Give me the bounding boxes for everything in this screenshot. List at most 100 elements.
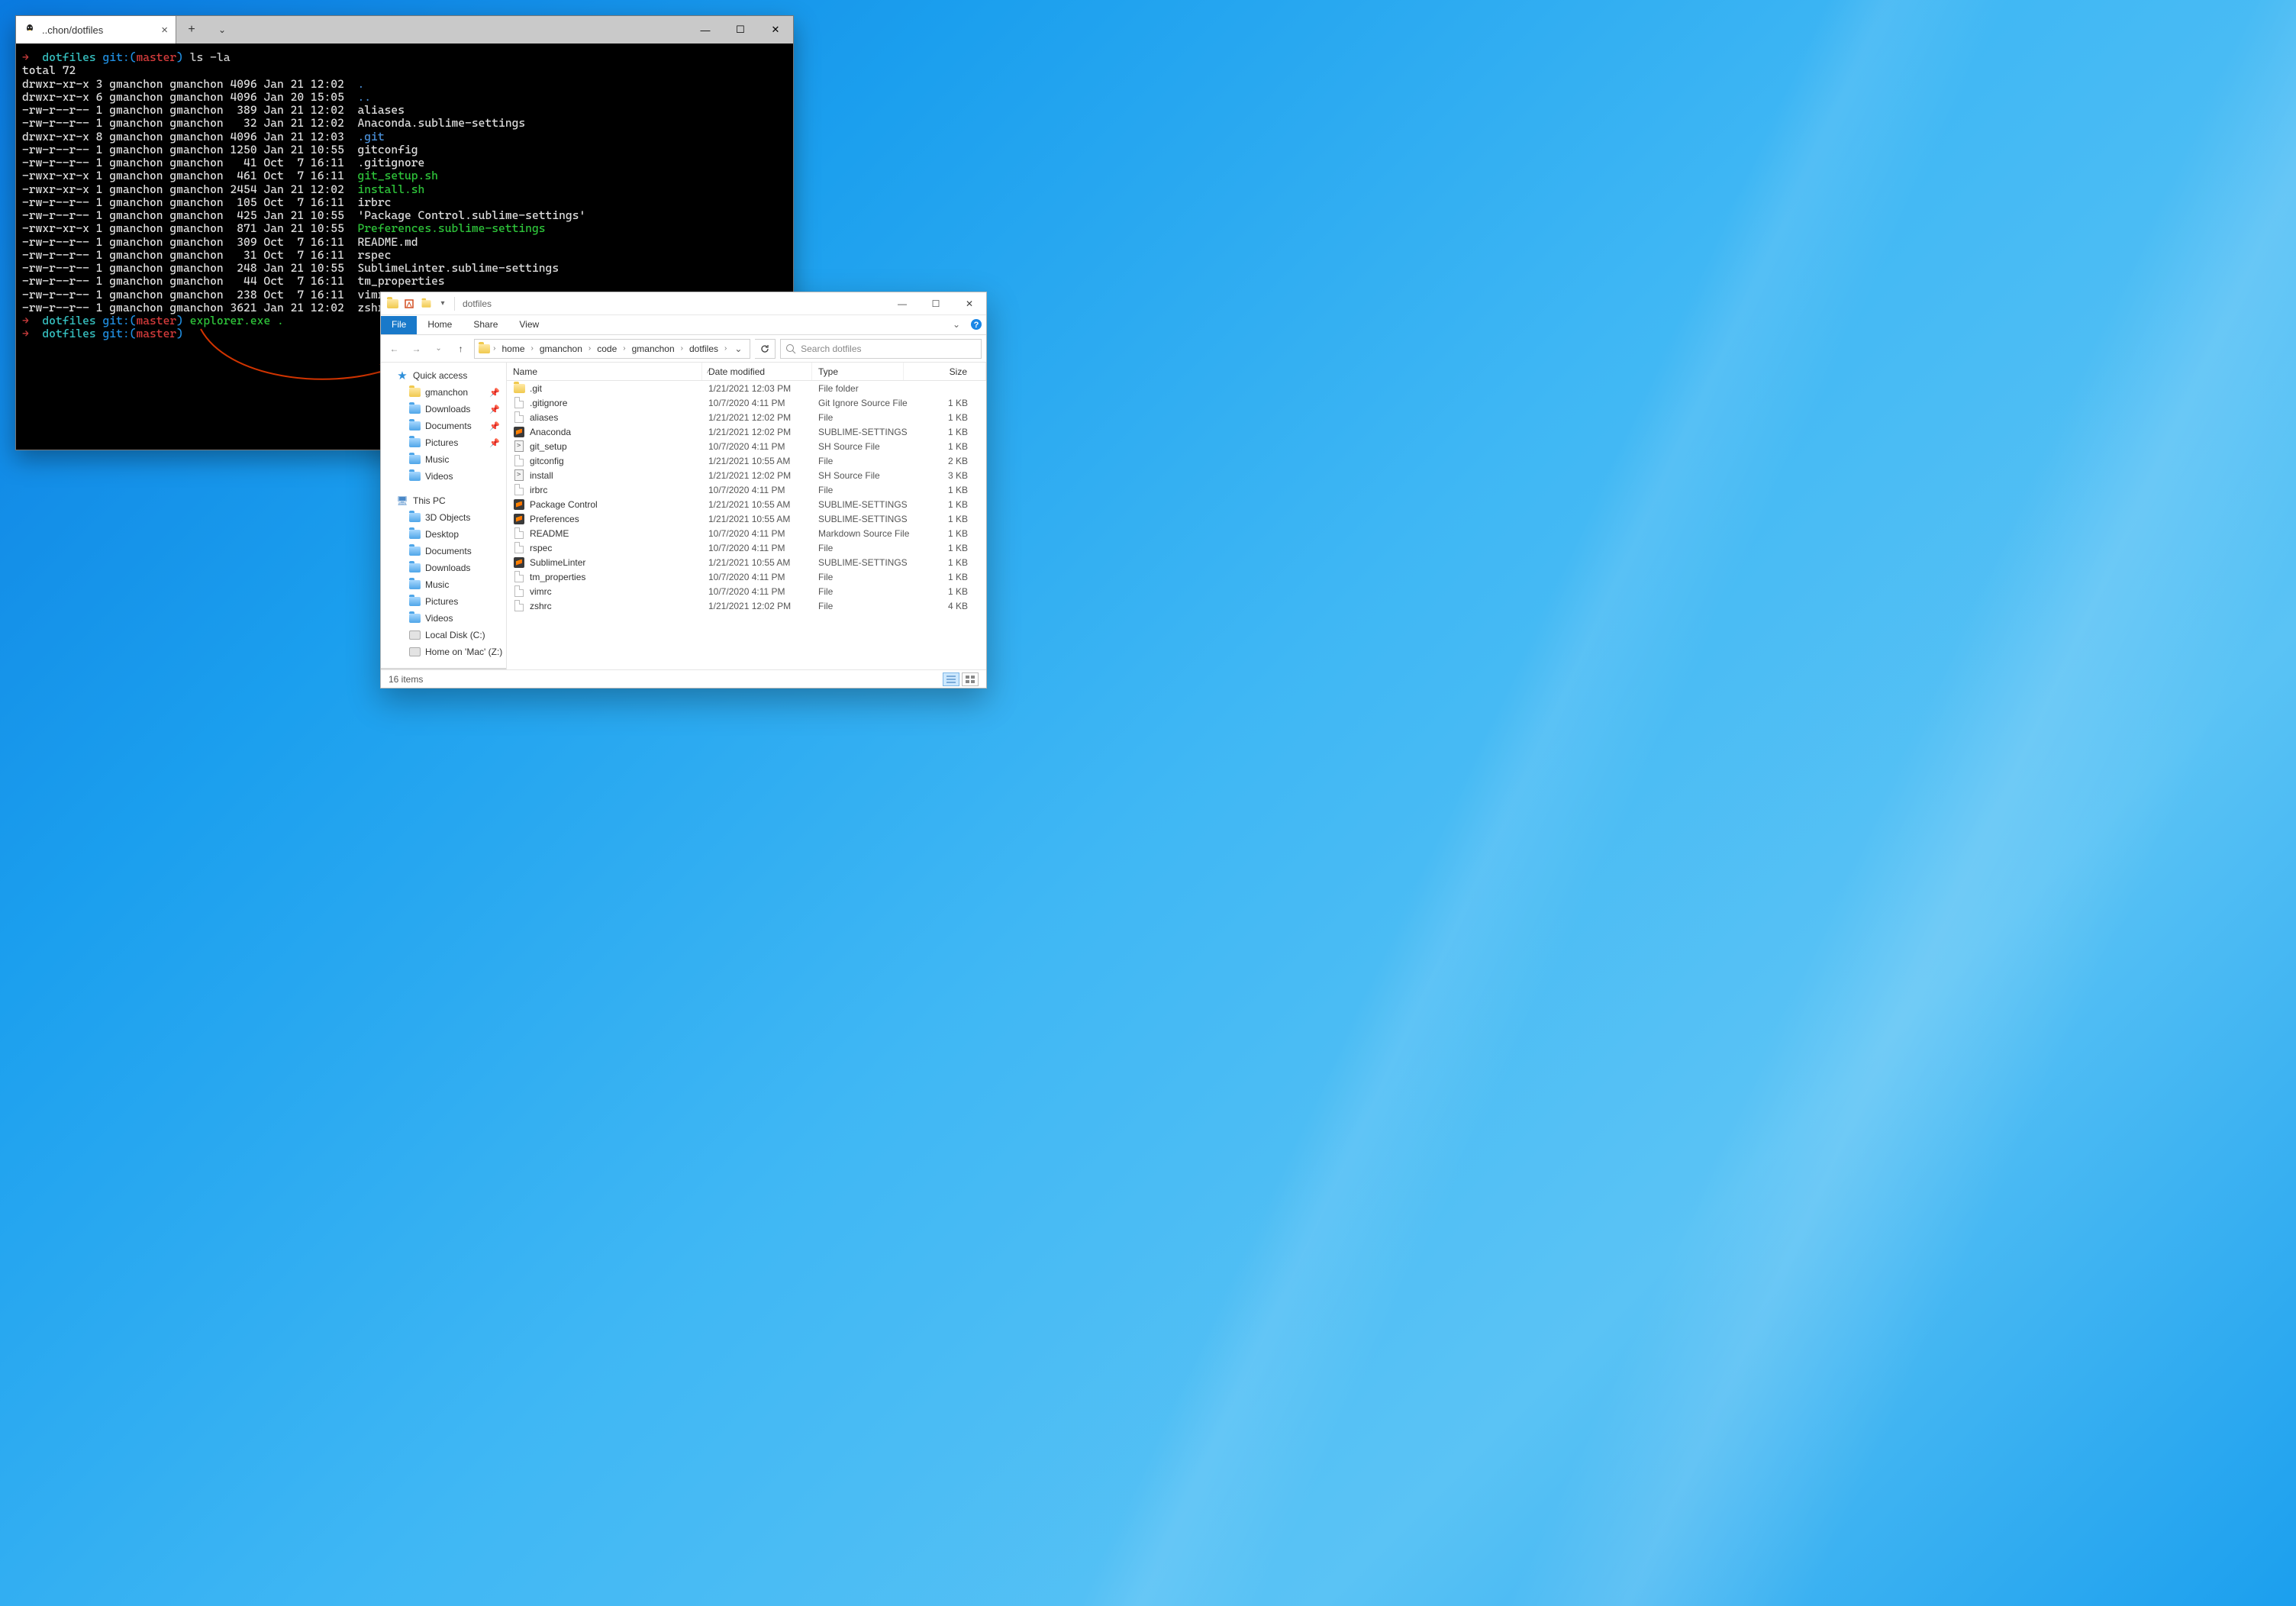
exp-maximize-button[interactable]: ☐ bbox=[919, 292, 953, 315]
col-size[interactable]: Size bbox=[904, 363, 986, 380]
breadcrumb-segment[interactable]: gmanchon bbox=[537, 343, 585, 354]
nav-item[interactable]: 3D Objects bbox=[381, 509, 506, 526]
qat-properties-icon[interactable] bbox=[401, 295, 418, 312]
nav-quick-access[interactable]: ★Quick access bbox=[381, 367, 506, 384]
ribbon-tab-file[interactable]: File bbox=[381, 316, 417, 334]
exp-close-button[interactable]: ✕ bbox=[953, 292, 986, 315]
ribbon-tab-share[interactable]: Share bbox=[463, 316, 508, 334]
nav-item[interactable]: Home on 'Mac' (Z:) bbox=[381, 643, 506, 660]
nav-item[interactable]: Desktop bbox=[381, 526, 506, 543]
qat-new-folder-icon[interactable] bbox=[418, 295, 434, 312]
nav-item[interactable]: Local Disk (C:) bbox=[381, 627, 506, 643]
search-box[interactable]: Search dotfiles bbox=[780, 339, 982, 359]
address-bar[interactable]: › home›gmanchon›code›gmanchon›dotfiles›⌄ bbox=[474, 339, 750, 359]
file-list-pane: Name˄ Date modified Type Size .git 1/21/… bbox=[507, 363, 986, 669]
search-placeholder: Search dotfiles bbox=[801, 343, 861, 354]
new-tab-button[interactable]: + bbox=[176, 16, 207, 44]
breadcrumb-segment[interactable]: code bbox=[594, 343, 620, 354]
view-icons-button[interactable] bbox=[962, 672, 979, 686]
breadcrumb-segment[interactable]: dotfiles bbox=[686, 343, 721, 354]
sublime-icon bbox=[513, 556, 525, 569]
search-icon bbox=[785, 343, 796, 354]
nav-item[interactable]: Music bbox=[381, 451, 506, 468]
ribbon-expand-icon[interactable]: ⌄ bbox=[946, 314, 966, 334]
file-icon bbox=[513, 600, 525, 612]
nav-this-pc[interactable]: 🖥This PC bbox=[381, 492, 506, 509]
file-row[interactable]: Anaconda 1/21/2021 12:02 PM SUBLIME-SETT… bbox=[507, 424, 986, 439]
file-icon bbox=[513, 411, 525, 424]
nav-item[interactable]: Documents📌 bbox=[381, 418, 506, 434]
col-name[interactable]: Name˄ bbox=[507, 363, 702, 380]
tab-close-icon[interactable]: × bbox=[161, 24, 168, 37]
file-row[interactable]: SublimeLinter 1/21/2021 10:55 AM SUBLIME… bbox=[507, 555, 986, 569]
nav-item[interactable]: Pictures📌 bbox=[381, 434, 506, 451]
file-icon bbox=[513, 585, 525, 598]
nav-item[interactable]: Videos bbox=[381, 468, 506, 485]
chevron-right-icon: › bbox=[531, 344, 534, 353]
file-row[interactable]: Package Control 1/21/2021 10:55 AM SUBLI… bbox=[507, 497, 986, 511]
file-row[interactable]: irbrc 10/7/2020 4:11 PM File 1 KB bbox=[507, 482, 986, 497]
nav-forward-button[interactable]: → bbox=[408, 339, 425, 359]
maximize-button[interactable]: ☐ bbox=[723, 16, 758, 44]
column-headers: Name˄ Date modified Type Size bbox=[507, 363, 986, 381]
nav-item[interactable]: Downloads📌 bbox=[381, 401, 506, 418]
chevron-right-icon: › bbox=[681, 344, 683, 353]
nav-item[interactable]: Documents bbox=[381, 543, 506, 560]
chevron-right-icon: › bbox=[493, 344, 495, 353]
nav-back-button[interactable]: ← bbox=[385, 339, 403, 359]
file-row[interactable]: vimrc 10/7/2020 4:11 PM File 1 KB bbox=[507, 584, 986, 598]
file-row[interactable]: README 10/7/2020 4:11 PM Markdown Source… bbox=[507, 526, 986, 540]
ribbon-tab-view[interactable]: View bbox=[508, 316, 550, 334]
file-icon bbox=[513, 455, 525, 467]
breadcrumb-segment[interactable]: gmanchon bbox=[629, 343, 678, 354]
col-type[interactable]: Type bbox=[812, 363, 904, 380]
nav-recent-dropdown[interactable]: ⌄ bbox=[430, 339, 447, 359]
terminal-titlebar: ..chon/dotfiles × + ⌄ — ☐ ✕ bbox=[16, 16, 793, 44]
nav-item[interactable]: Videos bbox=[381, 610, 506, 627]
status-bar: 16 items bbox=[381, 669, 986, 688]
view-details-button[interactable] bbox=[943, 672, 959, 686]
tux-icon bbox=[24, 24, 36, 36]
file-row[interactable]: aliases 1/21/2021 12:02 PM File 1 KB bbox=[507, 410, 986, 424]
nav-up-button[interactable]: ↑ bbox=[452, 339, 469, 359]
col-date[interactable]: Date modified bbox=[702, 363, 812, 380]
address-folder-icon bbox=[478, 343, 490, 355]
terminal-tab[interactable]: ..chon/dotfiles × bbox=[16, 16, 176, 44]
file-row[interactable]: install 1/21/2021 12:02 PM SH Source Fil… bbox=[507, 468, 986, 482]
help-icon[interactable]: ? bbox=[966, 314, 986, 334]
file-row[interactable]: git_setup 10/7/2020 4:11 PM SH Source Fi… bbox=[507, 439, 986, 453]
nav-item[interactable]: Music bbox=[381, 576, 506, 593]
file-row[interactable]: Preferences 1/21/2021 10:55 AM SUBLIME-S… bbox=[507, 511, 986, 526]
qat-folder-icon[interactable] bbox=[384, 295, 401, 312]
file-icon bbox=[513, 571, 525, 583]
explorer-title: dotfiles bbox=[463, 298, 492, 309]
qat-dropdown-icon[interactable]: ▾ bbox=[434, 295, 451, 312]
pin-icon: 📌 bbox=[489, 438, 500, 448]
file-row[interactable]: rspec 10/7/2020 4:11 PM File 1 KB bbox=[507, 540, 986, 555]
file-row[interactable]: tm_properties 10/7/2020 4:11 PM File 1 K… bbox=[507, 569, 986, 584]
pin-icon: 📌 bbox=[489, 388, 500, 398]
file-row[interactable]: .gitignore 10/7/2020 4:11 PM Git Ignore … bbox=[507, 395, 986, 410]
file-row[interactable]: .git 1/21/2021 12:03 PM File folder bbox=[507, 381, 986, 395]
close-button[interactable]: ✕ bbox=[758, 16, 793, 44]
file-row[interactable]: gitconfig 1/21/2021 10:55 AM File 2 KB bbox=[507, 453, 986, 468]
exp-minimize-button[interactable]: — bbox=[885, 292, 919, 315]
svg-text:?: ? bbox=[974, 321, 979, 330]
chevron-right-icon: › bbox=[589, 344, 591, 353]
refresh-button[interactable] bbox=[755, 339, 776, 359]
nav-item[interactable]: gmanchon📌 bbox=[381, 384, 506, 401]
file-row[interactable]: zshrc 1/21/2021 12:02 PM File 4 KB bbox=[507, 598, 986, 613]
breadcrumb-segment[interactable]: home bbox=[498, 343, 527, 354]
explorer-window: ▾ dotfiles — ☐ ✕ File Home Share View ⌄ … bbox=[380, 292, 987, 689]
ribbon-tab-home[interactable]: Home bbox=[417, 316, 463, 334]
sublime-icon bbox=[513, 426, 525, 438]
nav-item[interactable]: Pictures bbox=[381, 593, 506, 610]
sh-icon bbox=[513, 440, 525, 453]
tab-dropdown-button[interactable]: ⌄ bbox=[207, 16, 237, 44]
chevron-right-icon: › bbox=[724, 344, 727, 353]
nav-item[interactable]: Downloads bbox=[381, 560, 506, 576]
star-icon: ★ bbox=[396, 369, 408, 382]
minimize-button[interactable]: — bbox=[688, 16, 723, 44]
pin-icon: 📌 bbox=[489, 421, 500, 431]
address-dropdown-icon[interactable]: ⌄ bbox=[730, 343, 747, 354]
